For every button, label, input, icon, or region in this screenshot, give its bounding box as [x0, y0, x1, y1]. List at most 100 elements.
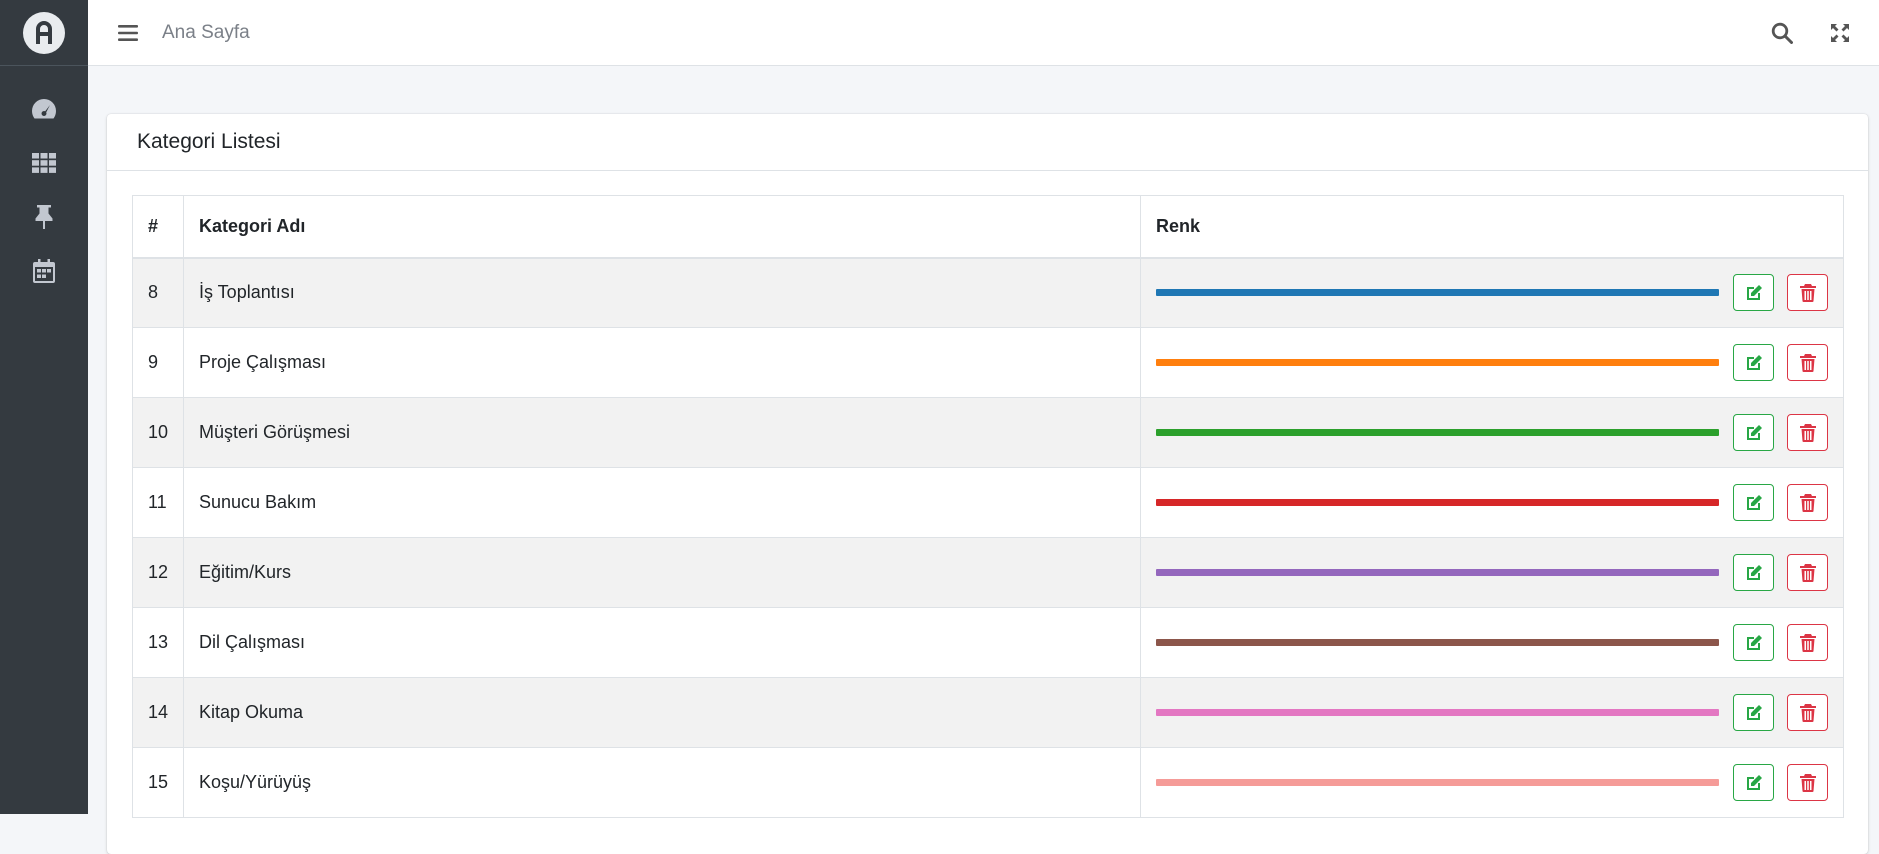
search-button[interactable]: [1753, 0, 1811, 66]
edit-button[interactable]: [1733, 274, 1774, 311]
table-row: 10 Müşteri Görüşmesi: [133, 398, 1844, 468]
trash-icon: [1800, 424, 1816, 442]
row-id: 14: [133, 678, 184, 748]
trash-icon: [1800, 354, 1816, 372]
edit-button[interactable]: [1733, 554, 1774, 591]
row-category-name: Sunucu Bakım: [184, 468, 1141, 538]
grid-icon: [32, 153, 56, 173]
top-navbar: Ana Sayfa: [88, 0, 1879, 66]
hamburger-icon: [118, 24, 138, 42]
row-category-name: Dil Çalışması: [184, 608, 1141, 678]
table-row: 8 İş Toplantısı: [133, 258, 1844, 328]
row-category-name: Kitap Okuma: [184, 678, 1141, 748]
fullscreen-button[interactable]: [1811, 0, 1869, 66]
delete-button[interactable]: [1787, 764, 1828, 801]
category-list-card: Kategori Listesi # Kategori Adı Renk 8: [107, 114, 1868, 854]
column-header-num: #: [133, 196, 184, 258]
table-row: 14 Kitap Okuma: [133, 678, 1844, 748]
category-table: # Kategori Adı Renk 8 İş Toplantısı: [132, 195, 1844, 818]
edit-icon: [1745, 634, 1763, 652]
row-color-cell: [1141, 678, 1844, 748]
column-header-name: Kategori Adı: [184, 196, 1141, 258]
color-swatch-bar: [1156, 569, 1719, 576]
tachometer-icon: [31, 98, 57, 120]
color-swatch-bar: [1156, 429, 1719, 436]
edit-button[interactable]: [1733, 484, 1774, 521]
trash-icon: [1800, 774, 1816, 792]
row-color-cell: [1141, 398, 1844, 468]
delete-button[interactable]: [1787, 694, 1828, 731]
card-header: Kategori Listesi: [107, 114, 1868, 171]
table-row: 12 Eğitim/Kurs: [133, 538, 1844, 608]
nav-link-home[interactable]: Ana Sayfa: [162, 22, 250, 44]
trash-icon: [1800, 564, 1816, 582]
row-id: 9: [133, 328, 184, 398]
trash-icon: [1800, 494, 1816, 512]
card-title: Kategori Listesi: [137, 130, 281, 154]
table-row: 13 Dil Çalışması: [133, 608, 1844, 678]
row-color-cell: [1141, 748, 1844, 818]
row-category-name: Proje Çalışması: [184, 328, 1141, 398]
row-id: 11: [133, 468, 184, 538]
row-id: 15: [133, 748, 184, 818]
edit-icon: [1745, 774, 1763, 792]
edit-button[interactable]: [1733, 694, 1774, 731]
search-icon: [1771, 22, 1793, 44]
edit-icon: [1745, 354, 1763, 372]
thumbtack-icon: [34, 205, 54, 229]
logo-icon: [31, 20, 57, 46]
edit-icon: [1745, 564, 1763, 582]
color-swatch-bar: [1156, 779, 1719, 786]
delete-button[interactable]: [1787, 554, 1828, 591]
table-header-row: # Kategori Adı Renk: [133, 196, 1844, 258]
row-id: 8: [133, 258, 184, 328]
edit-button[interactable]: [1733, 624, 1774, 661]
delete-button[interactable]: [1787, 484, 1828, 521]
row-id: 12: [133, 538, 184, 608]
color-swatch-bar: [1156, 359, 1719, 366]
color-swatch-bar: [1156, 709, 1719, 716]
brand[interactable]: [0, 0, 88, 66]
edit-icon: [1745, 284, 1763, 302]
trash-icon: [1800, 704, 1816, 722]
delete-button[interactable]: [1787, 624, 1828, 661]
table-row: 11 Sunucu Bakım: [133, 468, 1844, 538]
color-swatch-bar: [1156, 639, 1719, 646]
table-body: 8 İş Toplantısı 9: [133, 258, 1844, 818]
menu-toggle-button[interactable]: [100, 0, 156, 66]
edit-icon: [1745, 494, 1763, 512]
color-swatch-bar: [1156, 499, 1719, 506]
content-wrapper: Kategori Listesi # Kategori Adı Renk 8: [88, 66, 1879, 814]
column-header-color: Renk: [1141, 196, 1844, 258]
row-id: 10: [133, 398, 184, 468]
table-row: 9 Proje Çalışması: [133, 328, 1844, 398]
delete-button[interactable]: [1787, 414, 1828, 451]
trash-icon: [1800, 634, 1816, 652]
edit-icon: [1745, 424, 1763, 442]
edit-button[interactable]: [1733, 344, 1774, 381]
sidebar-item-calendar[interactable]: [0, 244, 88, 298]
row-category-name: Eğitim/Kurs: [184, 538, 1141, 608]
row-color-cell: [1141, 258, 1844, 328]
trash-icon: [1800, 284, 1816, 302]
edit-button[interactable]: [1733, 414, 1774, 451]
row-category-name: İş Toplantısı: [184, 258, 1141, 328]
brand-logo[interactable]: [23, 12, 65, 54]
edit-icon: [1745, 704, 1763, 722]
sidebar-item-grid[interactable]: [0, 136, 88, 190]
calendar-icon: [33, 259, 55, 283]
delete-button[interactable]: [1787, 344, 1828, 381]
navbar-right: [1753, 0, 1879, 66]
row-color-cell: [1141, 468, 1844, 538]
card-body: # Kategori Adı Renk 8 İş Toplantısı: [107, 171, 1868, 818]
sidebar-item-dashboard[interactable]: [0, 82, 88, 136]
row-id: 13: [133, 608, 184, 678]
edit-button[interactable]: [1733, 764, 1774, 801]
row-color-cell: [1141, 328, 1844, 398]
row-category-name: Müşteri Görüşmesi: [184, 398, 1141, 468]
sidebar-item-pin[interactable]: [0, 190, 88, 244]
delete-button[interactable]: [1787, 274, 1828, 311]
row-color-cell: [1141, 608, 1844, 678]
table-row: 15 Koşu/Yürüyüş: [133, 748, 1844, 818]
row-category-name: Koşu/Yürüyüş: [184, 748, 1141, 818]
